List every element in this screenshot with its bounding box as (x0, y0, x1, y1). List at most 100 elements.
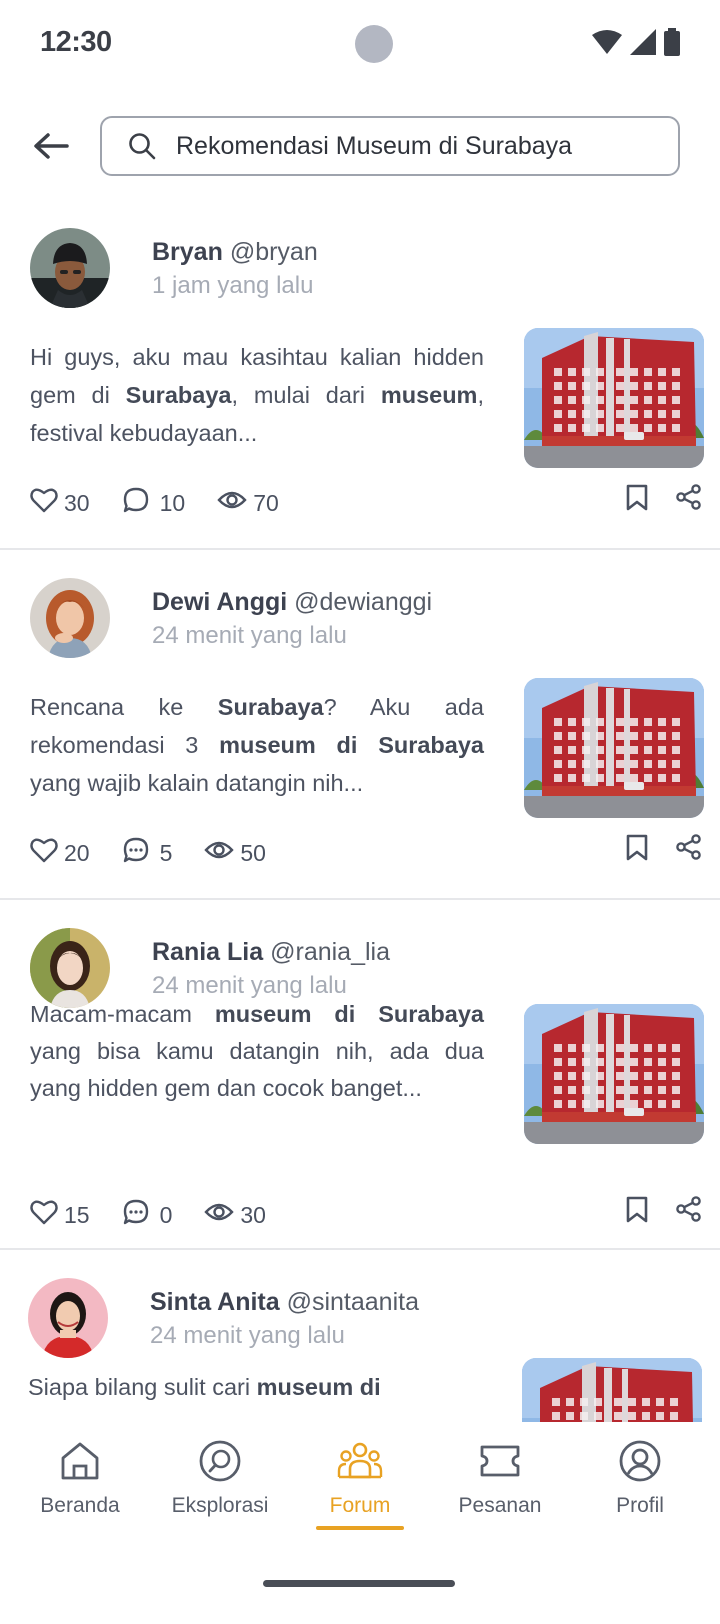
comment-button[interactable]: 10 (122, 486, 186, 520)
forum-icon (337, 1438, 383, 1484)
eye-icon (204, 1201, 235, 1229)
like-button[interactable]: 30 (30, 487, 90, 519)
comment-count: 5 (159, 839, 173, 866)
explore-icon (197, 1438, 243, 1484)
bookmark-button[interactable] (622, 1196, 652, 1226)
wifi-icon (592, 30, 622, 54)
post-body[interactable]: Macam-macam museum di Surabaya yang bisa… (30, 996, 484, 1107)
author-name: Bryan (152, 238, 223, 266)
home-icon (57, 1438, 103, 1484)
arrow-left-icon (34, 133, 69, 159)
post-thumbnail[interactable] (524, 678, 704, 818)
like-count: 30 (64, 489, 90, 516)
avatar[interactable] (30, 578, 110, 658)
comment-count: 0 (159, 1201, 173, 1228)
author-handle: @bryan (229, 238, 318, 266)
author-name: Dewi Anggi (152, 588, 288, 616)
keyword-highlight: Surabaya (217, 694, 324, 720)
post-author[interactable]: Bryan @bryan (152, 238, 318, 267)
search-header: Rekomendasi Museum di Surabaya (0, 116, 720, 176)
share-button[interactable] (674, 1195, 704, 1228)
nav-label: Eksplorasi (171, 1494, 269, 1517)
post-thumbnail[interactable] (524, 1004, 704, 1144)
nav-pesanan[interactable]: Pesanan (430, 1438, 570, 1518)
post-thumbnail[interactable] (524, 328, 704, 468)
heart-icon (30, 487, 58, 519)
share-icon (675, 483, 703, 516)
nav-eksplorasi[interactable]: Eksplorasi (150, 1438, 290, 1518)
post-author[interactable]: Sinta Anita @sintaanita (150, 1288, 419, 1317)
comment-icon (122, 836, 150, 870)
comment-icon (122, 1198, 150, 1232)
share-icon (675, 833, 703, 866)
heart-icon (30, 1199, 58, 1231)
like-count: 15 (64, 1201, 90, 1228)
post-stats: 30 10 70 (30, 486, 311, 520)
post-stats: 15 0 30 (30, 1198, 298, 1232)
keyword-highlight: museum di (256, 1374, 381, 1400)
nav-profil[interactable]: Profil (570, 1438, 710, 1518)
post-text-segment: yang bisa kamu datangin nih, ada dua yan… (30, 1038, 484, 1101)
author-name: Rania Lia (152, 938, 264, 966)
keyword-highlight: museum (380, 382, 478, 408)
nav-beranda[interactable]: Beranda (10, 1438, 150, 1518)
post-actions (622, 483, 704, 516)
nav-forum[interactable]: Forum (290, 1438, 430, 1518)
bookmark-icon (625, 483, 649, 516)
view-count: 70 (253, 489, 279, 516)
battery-icon (664, 28, 680, 56)
post-author[interactable]: Dewi Anggi @dewianggi (152, 588, 432, 617)
heart-icon (30, 837, 58, 869)
view-count: 30 (240, 1201, 266, 1228)
comment-count: 10 (159, 489, 186, 516)
post-card[interactable]: Rania Lia @rania_lia 24 menit yang lalu … (0, 900, 720, 1250)
post-author[interactable]: Rania Lia @rania_lia (152, 938, 390, 967)
author-handle: @dewianggi (294, 588, 433, 616)
ticket-icon (477, 1438, 523, 1484)
post-body[interactable]: Rencana ke Surabaya? Aku ada rekomendasi… (30, 688, 484, 802)
search-query[interactable]: Rekomendasi Museum di Surabaya (176, 132, 572, 161)
post-text-segment: , mulai dari (231, 382, 381, 408)
view-counter: 70 (217, 489, 279, 517)
nav-label: Forum (329, 1494, 391, 1517)
avatar[interactable] (30, 228, 110, 308)
comment-button[interactable]: 5 (122, 836, 173, 870)
bookmark-button[interactable] (622, 484, 652, 514)
post-actions (622, 1195, 704, 1228)
home-indicator[interactable] (263, 1580, 455, 1587)
like-button[interactable]: 15 (30, 1199, 90, 1231)
author-handle: @sintaanita (286, 1288, 419, 1316)
author-handle: @rania_lia (270, 938, 390, 966)
post-stats: 20 5 50 (30, 836, 298, 870)
post-card[interactable]: Dewi Anggi @dewianggi 24 menit yang lalu… (0, 550, 720, 900)
share-icon (675, 1195, 703, 1228)
keyword-highlight: Surabaya (125, 382, 232, 408)
search-input[interactable]: Rekomendasi Museum di Surabaya (100, 116, 680, 176)
post-body[interactable]: Hi guys, aku mau kasihtau kalian hidden … (30, 338, 484, 452)
profile-icon (617, 1438, 663, 1484)
signal-icon (630, 29, 656, 55)
post-body[interactable]: Siapa bilang sulit cari museum di (28, 1368, 482, 1406)
keyword-highlight: museum di Surabaya (219, 732, 484, 758)
post-text-segment: yang wajib kalain datangin nih... (30, 770, 364, 796)
camera-cutout (355, 25, 393, 63)
view-count: 50 (240, 839, 266, 866)
post-time: 24 menit yang lalu (150, 1322, 345, 1349)
post-thumbnail[interactable] (522, 1358, 702, 1422)
like-button[interactable]: 20 (30, 837, 90, 869)
bookmark-button[interactable] (622, 834, 652, 864)
back-button[interactable] (30, 126, 72, 166)
post-card[interactable]: Sinta Anita @sintaanita 24 menit yang la… (0, 1250, 720, 1422)
avatar[interactable] (28, 1278, 108, 1358)
comment-button[interactable]: 0 (122, 1198, 173, 1232)
post-card[interactable]: Bryan @bryan 1 jam yang lalu Hi guys, ak… (0, 200, 720, 550)
post-time: 24 menit yang lalu (152, 622, 347, 649)
search-icon (128, 131, 158, 161)
keyword-highlight: museum di Surabaya (214, 1001, 484, 1027)
post-text-segment: Macam-macam (30, 1001, 215, 1027)
share-button[interactable] (674, 833, 704, 866)
share-button[interactable] (674, 483, 704, 516)
status-icons (592, 28, 680, 56)
active-tab-indicator (316, 1526, 404, 1530)
forum-feed[interactable]: Bryan @bryan 1 jam yang lalu Hi guys, ak… (0, 200, 720, 1422)
